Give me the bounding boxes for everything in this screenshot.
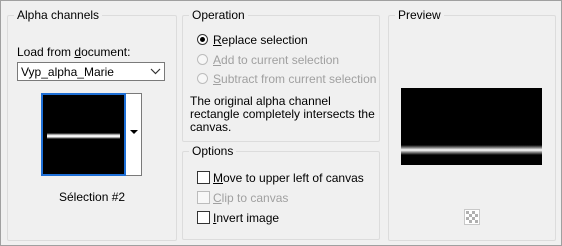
operation-description-line-1: The original alpha channel <box>190 94 331 108</box>
replace-selection-label[interactable]: Replace selection <box>213 33 308 47</box>
move-upper-left-label[interactable]: Move to upper left of canvas <box>213 171 364 185</box>
operation-title: Operation <box>189 8 248 22</box>
options-title: Options <box>189 144 237 158</box>
preview-line <box>401 145 542 155</box>
operation-description-line-3: canvas. <box>190 120 232 134</box>
document-select-value: Vyp_alpha_Marie <box>21 65 114 79</box>
dropdown-arrow-icon <box>130 130 138 134</box>
radio-dot <box>200 37 205 42</box>
clip-to-canvas-label[interactable]: Clip to canvas <box>213 191 288 205</box>
preview-image <box>401 88 542 165</box>
clip-to-canvas-checkbox[interactable] <box>197 191 210 204</box>
thumbnail-line <box>47 133 120 139</box>
operation-description-line-2: rectangle completely intersects the <box>190 107 375 121</box>
load-from-document-label: Load from document: <box>17 45 131 59</box>
selection-dropdown-button[interactable] <box>126 93 142 176</box>
add-selection-label[interactable]: Add to current selection <box>213 53 339 67</box>
invert-image-checkbox[interactable] <box>197 211 210 224</box>
subtract-selection-radio[interactable] <box>197 73 208 84</box>
invert-image-label[interactable]: Invert image <box>213 211 279 225</box>
alpha-channels-title: Alpha channels <box>14 8 103 22</box>
move-upper-left-checkbox[interactable] <box>197 171 210 184</box>
replace-selection-radio[interactable] <box>197 34 208 45</box>
add-selection-radio[interactable] <box>197 54 208 65</box>
checkerboard-icon[interactable] <box>464 209 480 225</box>
selection-label: Sélection #2 <box>59 190 126 204</box>
chevron-down-icon <box>150 68 161 75</box>
subtract-selection-label[interactable]: Subtract from current selection <box>213 72 376 86</box>
document-select[interactable]: Vyp_alpha_Marie <box>17 62 165 81</box>
thumbnail-image <box>45 97 122 172</box>
preview-title: Preview <box>395 8 444 22</box>
selection-thumbnail[interactable] <box>41 93 126 176</box>
